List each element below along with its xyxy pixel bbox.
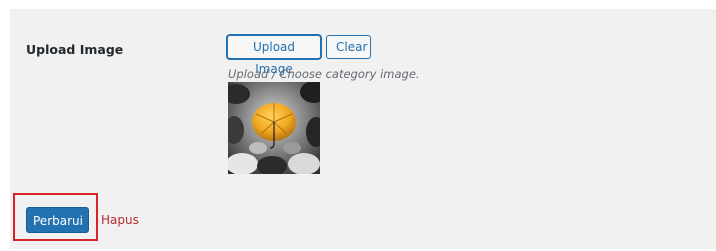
delete-link[interactable]: Hapus bbox=[101, 213, 139, 227]
upload-image-button[interactable]: Upload Image bbox=[227, 35, 321, 76]
upload-image-label: Upload Image bbox=[26, 42, 124, 57]
clear-button[interactable]: Clear bbox=[326, 35, 371, 59]
umbrella-photo bbox=[228, 82, 320, 174]
category-image-thumbnail bbox=[228, 82, 320, 174]
update-button[interactable]: Perbarui bbox=[26, 207, 89, 233]
upload-description: Upload / Choose category image. bbox=[228, 67, 420, 81]
